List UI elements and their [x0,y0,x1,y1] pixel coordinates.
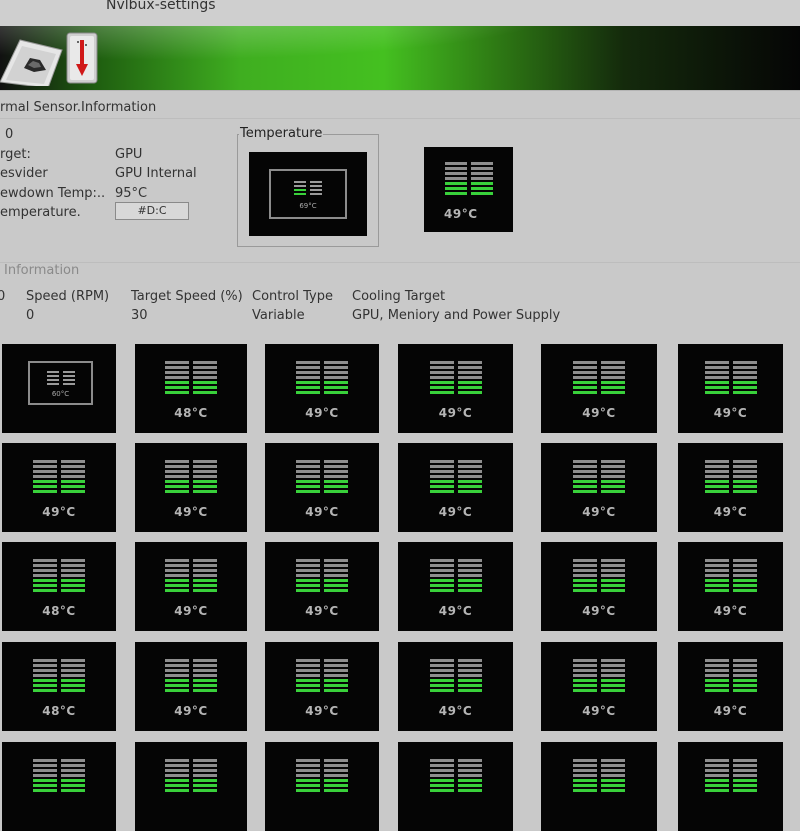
sensor-tile[interactable]: 48°C [2,642,116,731]
divider [0,262,800,263]
temperature-preview-frame: 69°C [269,169,347,219]
sensor-tile[interactable]: 49°C [398,344,513,433]
window-title: Nvlbux-settings [106,0,216,13]
temperature-field[interactable]: #D:C [115,202,189,220]
tile-temp-readout: 49°C [582,505,616,519]
sensor-tile[interactable] [541,742,657,831]
tile-temp-readout: 49°C [305,704,339,718]
tile-temp-readout: 49°C [713,604,748,618]
tile-temp-readout: 48°C [42,704,76,718]
sensor-tile[interactable]: 49°C [135,542,247,631]
target-value: GPU [115,147,143,162]
tile-temp-readout: 49°C [438,704,473,718]
tile-temp-readout: 49°C [305,505,339,519]
tile-temp-readout: 49°C [42,505,76,519]
mini-preview-frame: 60°C [28,361,93,405]
sensor-tile[interactable]: 49°C [135,443,247,532]
tile-temp-readout: 49°C [438,505,473,519]
sensor-tile[interactable]: 49°C [678,642,783,731]
sensor-tile[interactable]: 49°C [541,344,657,433]
sensor-tile[interactable] [2,742,116,831]
nvidia-badge-icon [0,39,63,86]
sensor-tile[interactable]: 49°C [265,542,379,631]
thermal-section-title: rmal Sensor.Information [0,100,157,115]
temperature-group-title: Temperature [239,126,324,141]
sensor-tile[interactable] [135,742,247,831]
temperature-preview: 69°C [249,152,367,236]
header-banner [0,26,800,90]
title-bar: Nvlbux-settings [0,0,800,26]
slowdown-temp-label: ewdown Temp:.. [0,186,106,201]
sensor-tile[interactable]: 49°C [541,542,657,631]
tile-temp-readout: 49°C [713,704,748,718]
fan-col-cooling-target: Cooling Target [352,289,446,304]
sensor-tile[interactable] [265,742,379,831]
sensor-tile[interactable]: 49°C [2,443,116,532]
sensor-tile[interactable]: 49°C [541,642,657,731]
slowdown-temp-value: 95°C [115,186,148,201]
tile-temp-readout: 49°C [713,406,748,420]
sensor-tile[interactable]: 49°C [135,642,247,731]
fan-col-speed: Speed (RPM) [26,289,110,304]
gpu-temp-gauge: 49°C [424,147,513,232]
fan-section-title: Information [4,263,80,278]
provider-value: GPU Internal [115,166,197,181]
target-label: rget: [0,147,31,162]
sensor-tile[interactable]: 48°C [2,542,116,631]
sensor-tile[interactable]: 49°C [398,542,513,631]
thermometer-icon [66,32,98,84]
sensor-tile[interactable]: 48°C [135,344,247,433]
mini-temp-readout: 60°C [51,390,70,398]
gauge-temp-readout: 49°C [444,207,478,221]
banner-swoosh [0,26,800,90]
sensor-tile[interactable]: 60°C [2,344,116,433]
tile-temp-readout: 49°C [174,604,208,618]
tile-temp-readout: 49°C [582,604,616,618]
sensor-tile[interactable] [398,742,513,831]
divider [0,118,800,119]
sensor-tile[interactable]: 49°C [541,443,657,532]
tile-temp-readout: 49°C [713,505,748,519]
sensor-tile[interactable]: 49°C [678,542,783,631]
tile-temp-readout: 49°C [305,604,339,618]
provider-label: esvider [0,166,48,181]
tile-temp-readout: 49°C [582,704,616,718]
tile-temp-readout: 49°C [438,604,473,618]
fan-control-type-value: Variable [252,308,305,323]
sensor-id: 0 [5,127,14,142]
fan-col-target-speed: Target Speed (%) [131,289,243,304]
tile-temp-readout: 48°C [42,604,76,618]
divider [0,90,800,91]
sensor-tile[interactable]: 49°C [265,344,379,433]
tile-temp-readout: 49°C [305,406,339,420]
fan-col-id: 0 [0,289,6,304]
sensor-tile[interactable]: 49°C [398,642,513,731]
sensor-tile[interactable]: 49°C [678,443,783,532]
tile-temp-readout: 49°C [582,406,616,420]
tile-temp-readout: 49°C [174,505,208,519]
sensor-tile[interactable]: 49°C [678,344,783,433]
tile-temp-readout: 49°C [174,704,208,718]
fan-col-control-type: Control Type [252,289,333,304]
fan-speed-value: 0 [26,308,35,323]
sensor-tile[interactable]: 49°C [265,642,379,731]
fan-target-speed-value: 30 [131,308,148,323]
tile-temp-readout: 49°C [438,406,473,420]
sensor-tile[interactable]: 49°C [265,443,379,532]
temperature-label: emperature. [0,205,81,220]
tile-temp-readout: 48°C [174,406,208,420]
sensor-tile[interactable]: 49°C [398,443,513,532]
preview-temp-readout: 69°C [299,202,317,210]
sensor-tile[interactable] [678,742,783,831]
fan-cooling-target-value: GPU, Meniory and Power Supply [352,308,561,323]
